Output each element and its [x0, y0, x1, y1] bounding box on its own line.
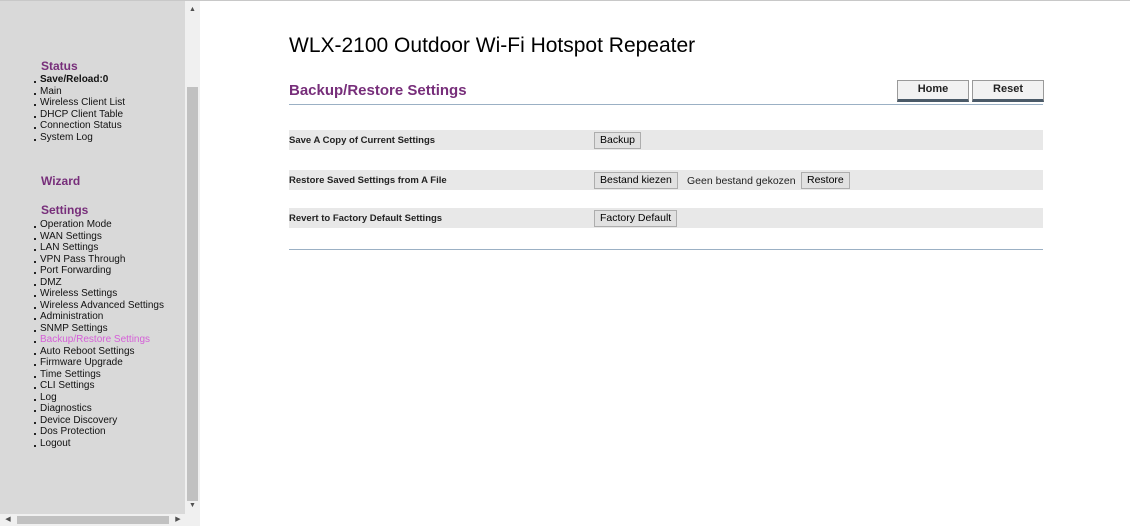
sidebar-item-wireless-settings[interactable]: Wireless Settings: [0, 288, 164, 300]
sidebar-item-snmp-settings[interactable]: SNMP Settings: [0, 323, 164, 335]
scroll-up-arrow-icon[interactable]: ▲: [185, 3, 200, 17]
sidebar-item-time-settings[interactable]: Time Settings: [0, 369, 164, 381]
sidebar-item-logout[interactable]: Logout: [0, 438, 164, 450]
sidebar-item-device-discovery[interactable]: Device Discovery: [0, 415, 164, 427]
sidebar-status-title: Status: [41, 59, 78, 73]
sidebar-item-backup-restore-settings[interactable]: Backup/Restore Settings: [0, 334, 164, 346]
sidebar-item-administration[interactable]: Administration: [0, 311, 164, 323]
sidebar-item-main[interactable]: Main: [0, 86, 125, 98]
sidebar-item-save-reload[interactable]: Save/Reload:0: [0, 74, 125, 86]
sidebar-panel: Status Save/Reload:0 Main Wireless Clien…: [0, 1, 185, 514]
sidebar-item-cli-settings[interactable]: CLI Settings: [0, 380, 164, 392]
restore-row: Restore Saved Settings from A File Besta…: [289, 170, 1043, 190]
backup-label: Save A Copy of Current Settings: [289, 135, 436, 146]
file-status-text: Geen bestand gekozen: [687, 175, 796, 187]
header-divider: [289, 104, 1043, 105]
restore-label: Restore Saved Settings from A File: [289, 175, 447, 186]
sidebar-status-list: Save/Reload:0 Main Wireless Client List …: [0, 74, 125, 143]
page-title: WLX-2100 Outdoor Wi-Fi Hotspot Repeater: [289, 34, 696, 57]
scroll-down-arrow-icon[interactable]: ▼: [185, 499, 200, 513]
sidebar-settings-title: Settings: [41, 203, 89, 217]
factory-default-button[interactable]: Factory Default: [594, 210, 678, 227]
sidebar-item-diagnostics[interactable]: Diagnostics: [0, 403, 164, 415]
scroll-left-arrow-icon[interactable]: ◀: [2, 514, 14, 526]
sidebar: Status Save/Reload:0 Main Wireless Clien…: [0, 1, 200, 526]
home-button[interactable]: Home: [897, 80, 969, 102]
horizontal-scroll-thumb[interactable]: [17, 516, 169, 524]
sidebar-item-wireless-advanced-settings[interactable]: Wireless Advanced Settings: [0, 300, 164, 312]
sidebar-item-wan-settings[interactable]: WAN Settings: [0, 231, 164, 243]
choose-file-button[interactable]: Bestand kiezen: [594, 172, 678, 189]
sidebar-item-connection-status[interactable]: Connection Status: [0, 120, 125, 132]
reset-button[interactable]: Reset: [972, 80, 1044, 102]
sidebar-item-wireless-client-list[interactable]: Wireless Client List: [0, 97, 125, 109]
sidebar-item-operation-mode[interactable]: Operation Mode: [0, 219, 164, 231]
factory-default-label: Revert to Factory Default Settings: [289, 213, 443, 224]
sidebar-vertical-scrollbar[interactable]: ▲ ▼: [185, 1, 200, 514]
scroll-right-arrow-icon[interactable]: ▶: [172, 514, 184, 526]
sidebar-item-dhcp-client-table[interactable]: DHCP Client Table: [0, 109, 125, 121]
sidebar-horizontal-scrollbar[interactable]: ◀ ▶: [0, 514, 200, 526]
sidebar-settings-list: Operation Mode WAN Settings LAN Settings…: [0, 219, 164, 449]
vertical-scroll-thumb[interactable]: [187, 87, 198, 501]
sidebar-item-vpn-pass-through[interactable]: VPN Pass Through: [0, 254, 164, 266]
footer-divider: [289, 249, 1043, 250]
sidebar-item-dmz[interactable]: DMZ: [0, 277, 164, 289]
sidebar-item-port-forwarding[interactable]: Port Forwarding: [0, 265, 164, 277]
backup-row: Save A Copy of Current Settings Backup: [289, 130, 1043, 150]
factory-default-row: Revert to Factory Default Settings Facto…: [289, 208, 1043, 228]
sidebar-item-system-log[interactable]: System Log: [0, 132, 125, 144]
sidebar-item-firmware-upgrade[interactable]: Firmware Upgrade: [0, 357, 164, 369]
sidebar-wizard-title[interactable]: Wizard: [41, 174, 80, 188]
sidebar-item-log[interactable]: Log: [0, 392, 164, 404]
restore-button[interactable]: Restore: [801, 172, 850, 189]
sidebar-item-auto-reboot-settings[interactable]: Auto Reboot Settings: [0, 346, 164, 358]
backup-button[interactable]: Backup: [594, 132, 642, 149]
sidebar-item-lan-settings[interactable]: LAN Settings: [0, 242, 164, 254]
section-title: Backup/Restore Settings: [289, 82, 467, 99]
sidebar-item-dos-protection[interactable]: Dos Protection: [0, 426, 164, 438]
